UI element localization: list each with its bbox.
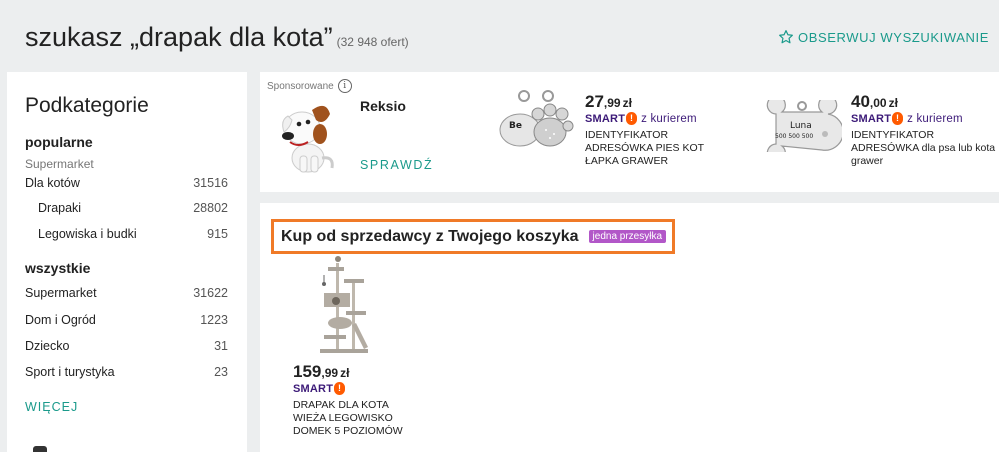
seller-cart-section: Kup od sprzedawcy z Twojego koszyka jedn… xyxy=(260,203,999,452)
sidebar-item-supermarket[interactable]: Supermarket 31622 xyxy=(25,284,228,302)
sidebar-item-count: 1223 xyxy=(200,313,228,327)
single-shipment-badge: jedna przesyłka xyxy=(588,230,667,243)
courier-label: z kurierem xyxy=(907,112,963,125)
subcategories-sidebar: Podkategorie popularne Supermarket Dla k… xyxy=(7,72,247,452)
follow-search-button[interactable]: OBSERWUJ WYSZUKIWANIE xyxy=(778,29,989,45)
seller-offer[interactable]: 159,99 zł SMART! DRAPAK DLA KOTA WIEŻA LE… xyxy=(293,362,443,438)
smart-label: SMART xyxy=(293,382,334,395)
search-title: szukasz „drapak dla kota” (32 948 ofert) xyxy=(25,22,409,53)
offer-count: (32 948 ofert) xyxy=(336,35,409,49)
bone-tag-image[interactable]: Luna 500 500 500 xyxy=(762,100,842,152)
sidebar-item-sport[interactable]: Sport i turystyka 23 xyxy=(25,363,228,381)
sidebar-item-count: 31622 xyxy=(193,286,228,300)
seller-section-header: Kup od sprzedawcy z Twojego koszyka jedn… xyxy=(271,219,675,254)
follow-search-label: OBSERWUJ WYSZUKIWANIE xyxy=(797,29,989,45)
sponsored-section: Sponsorowane i Reksio SPRAWDŹ Be 27,99 zł… xyxy=(260,72,999,192)
tag-engraving: Be xyxy=(509,121,522,131)
paw-tag-image[interactable]: Be xyxy=(498,86,578,162)
sidebar-item-label: Drapaki xyxy=(38,201,82,215)
sponsor-brand-name[interactable]: Reksio xyxy=(360,98,406,114)
sidebar-item-drapaki[interactable]: Drapaki 28802 xyxy=(25,199,228,217)
price-currency: zł xyxy=(888,96,898,110)
sidebar-item-count: 915 xyxy=(207,227,228,241)
sidebar-item-count: 31 xyxy=(214,339,228,353)
popular-subheading: Supermarket xyxy=(25,157,94,171)
price-cents: ,99 xyxy=(603,96,621,110)
sidebar-item-dziecko[interactable]: Dziecko 31 xyxy=(25,337,228,355)
sponsored-label: Sponsorowane i xyxy=(267,79,352,93)
smart-exclamation-icon: ! xyxy=(334,382,346,395)
search-query-title: szukasz „drapak dla kota” xyxy=(25,22,333,52)
smart-exclamation-icon: ! xyxy=(892,112,904,125)
sidebar-item-count: 31516 xyxy=(193,176,228,190)
smart-label: SMART xyxy=(585,112,626,125)
sidebar-item-dom-i-ogrod[interactable]: Dom i Ogród 1223 xyxy=(25,311,228,329)
all-heading: wszystkie xyxy=(25,260,91,276)
sidebar-item-label: Legowiska i budki xyxy=(38,227,137,241)
price-currency: zł xyxy=(340,366,350,380)
smart-badge: SMART! z kurierem xyxy=(585,112,735,125)
price-currency: zł xyxy=(622,96,632,110)
reksio-dog-image[interactable] xyxy=(274,98,340,174)
sidebar-item-count: 23 xyxy=(214,365,228,379)
sidebar-item-dla-kotow[interactable]: Dla kotów 31516 xyxy=(25,174,228,192)
offer-title[interactable]: IDENTYFIKATOR ADRESÓWKA PIES KOT ŁAPKA G… xyxy=(585,129,735,168)
star-icon xyxy=(779,30,793,44)
smart-badge: SMART! z kurierem xyxy=(851,112,999,125)
offer-price: 27,99 zł xyxy=(585,92,735,112)
tag-phone: 500 500 500 xyxy=(775,133,813,140)
price-cents: ,00 xyxy=(869,96,887,110)
courier-label: z kurierem xyxy=(641,112,697,125)
sidebar-item-label: Dom i Ogród xyxy=(25,313,96,327)
tag-name: Luna xyxy=(790,121,812,131)
offer-title[interactable]: IDENTYFIKATOR ADRESÓWKA dla psa lub kota… xyxy=(851,129,999,168)
sidebar-item-label: Sport i turystyka xyxy=(25,365,115,379)
sponsored-text: Sponsorowane xyxy=(267,80,334,92)
price-main: 27 xyxy=(585,92,604,111)
offer-price: 40,00 zł xyxy=(851,92,999,112)
price-main: 159 xyxy=(293,362,322,381)
info-icon[interactable]: i xyxy=(337,79,352,93)
offer-title[interactable]: DRAPAK DLA KOTA WIEŻA LEGOWISKO DOMEK 5 … xyxy=(293,399,413,438)
more-categories-link[interactable]: WIĘCEJ xyxy=(25,400,78,414)
smart-label: SMART xyxy=(851,112,892,125)
sidebar-title: Podkategorie xyxy=(25,94,149,117)
offer-price: 159,99 zł xyxy=(293,362,443,382)
cat-tree-image[interactable] xyxy=(316,253,372,355)
sponsored-offer[interactable]: 40,00 zł SMART! z kurierem IDENTYFIKATOR A… xyxy=(851,92,999,168)
smart-badge: SMART! xyxy=(293,382,443,395)
sidebar-item-count: 28802 xyxy=(193,201,228,215)
sidebar-item-label: Dziecko xyxy=(25,339,70,353)
sponsored-offer[interactable]: 27,99 zł SMART! z kurierem IDENTYFIKATOR A… xyxy=(585,92,735,168)
smart-exclamation-icon: ! xyxy=(626,112,638,125)
seller-section-title: Kup od sprzedawcy z Twojego koszyka xyxy=(281,227,579,245)
next-section-heading-fragment xyxy=(33,446,47,452)
sidebar-item-label: Supermarket xyxy=(25,286,97,300)
check-button[interactable]: SPRAWDŹ xyxy=(360,158,433,172)
price-main: 40 xyxy=(851,92,870,111)
price-cents: ,99 xyxy=(321,366,339,380)
popular-heading: popularne xyxy=(25,134,93,150)
search-header: szukasz „drapak dla kota” (32 948 ofert) … xyxy=(0,0,999,72)
sidebar-item-label: Dla kotów xyxy=(25,176,80,190)
sidebar-item-legowiska[interactable]: Legowiska i budki 915 xyxy=(25,225,228,243)
